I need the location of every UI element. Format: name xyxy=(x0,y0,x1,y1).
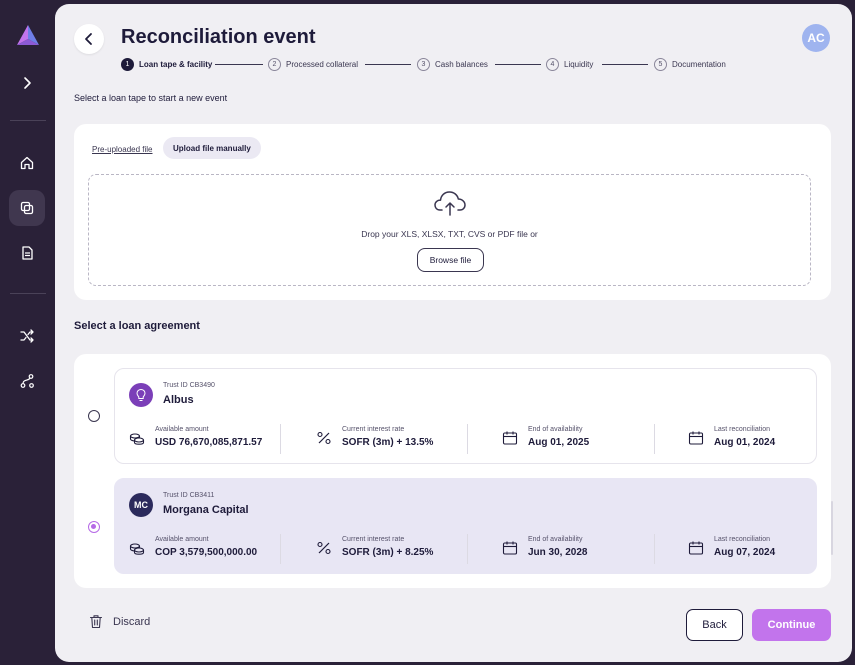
metric-divider xyxy=(467,534,468,564)
step-label: Loan tape & facility xyxy=(139,60,213,69)
step-number: 2 xyxy=(268,58,281,71)
metric-value: SOFR (3m) + 13.5% xyxy=(342,437,434,448)
upload-card: Pre-uploaded file Upload file manually D… xyxy=(74,124,831,300)
page-title: Reconciliation event xyxy=(121,26,316,48)
expand-sidebar-button[interactable] xyxy=(9,65,45,101)
chevron-right-icon xyxy=(24,77,31,89)
metric-label: Current interest rate xyxy=(342,426,405,433)
coins-icon xyxy=(129,433,145,445)
agreement-card-morgana-capital[interactable]: MC Trust ID CB3411 Morgana Capital Avail… xyxy=(114,478,817,574)
metric-divider xyxy=(654,424,655,454)
agreement-avatar: MC xyxy=(129,493,153,517)
step-label: Documentation xyxy=(672,60,726,69)
back-nav-button[interactable] xyxy=(74,24,104,54)
step-number: 4 xyxy=(546,58,559,71)
step-number: 3 xyxy=(417,58,430,71)
step-processed-collateral[interactable]: 2 Processed collateral xyxy=(268,58,358,71)
progress-stepper: 1 Loan tape & facility 2 Processed colla… xyxy=(121,58,741,72)
discard-label: Discard xyxy=(113,615,151,628)
back-button[interactable]: Back xyxy=(686,609,743,641)
home-icon xyxy=(20,156,34,170)
agreement-name: Morgana Capital xyxy=(163,504,249,516)
agreement-name: Albus xyxy=(163,394,194,406)
percent-icon xyxy=(317,431,331,445)
trust-id: Trust ID CB3490 xyxy=(163,382,215,389)
sidebar-item-transfers[interactable] xyxy=(9,318,45,354)
section-title: Select a loan agreement xyxy=(74,320,200,332)
metric-label: Last reconciliation xyxy=(714,426,771,433)
metric-divider xyxy=(280,424,281,454)
step-label: Processed collateral xyxy=(286,60,359,69)
sidebar-item-documents[interactable] xyxy=(9,235,45,271)
step-connector xyxy=(215,64,263,65)
discard-button[interactable]: Discard xyxy=(89,614,150,629)
metric-label: Current interest rate xyxy=(342,536,405,543)
sidebar-item-flows[interactable] xyxy=(9,363,45,399)
percent-icon xyxy=(317,541,331,555)
step-label: Liquidity xyxy=(564,60,594,69)
tab-preuploaded-file[interactable]: Pre-uploaded file xyxy=(92,145,152,154)
sidebar xyxy=(0,0,55,665)
trust-id: Trust ID CB3411 xyxy=(163,492,215,499)
sidebar-item-home[interactable] xyxy=(9,145,45,181)
logo-icon xyxy=(17,25,39,45)
document-icon xyxy=(22,246,33,260)
instruction-text: Select a loan tape to start a new event xyxy=(74,93,228,103)
metric-divider xyxy=(467,424,468,454)
calendar-icon xyxy=(688,541,704,555)
step-liquidity[interactable]: 4 Liquidity xyxy=(546,58,593,71)
metric-label: Available amount xyxy=(155,536,209,543)
metric-label: Last reconciliation xyxy=(714,536,771,543)
metric-value: USD 76,670,085,871.57 xyxy=(155,437,263,448)
continue-button[interactable]: Continue xyxy=(752,609,831,641)
step-connector xyxy=(495,64,541,65)
route-icon xyxy=(20,374,34,388)
metric-value: Aug 07, 2024 xyxy=(714,547,776,558)
step-documentation[interactable]: 5 Documentation xyxy=(654,58,726,71)
metric-label: End of availability xyxy=(528,426,583,433)
tab-upload-manually[interactable]: Upload file manually xyxy=(163,137,261,159)
step-number: 5 xyxy=(654,58,667,71)
sidebar-divider xyxy=(10,293,46,294)
metric-label: End of availability xyxy=(528,536,583,543)
step-cash-balances[interactable]: 3 Cash balances xyxy=(417,58,488,71)
layers-icon xyxy=(20,201,34,215)
calendar-icon xyxy=(502,431,518,445)
browse-file-button[interactable]: Browse file xyxy=(417,248,484,272)
calendar-icon xyxy=(688,431,704,445)
cloud-upload-icon xyxy=(434,191,466,216)
metric-label: Available amount xyxy=(155,426,209,433)
sidebar-divider xyxy=(10,120,46,121)
trash-icon xyxy=(89,615,103,629)
metric-value: Aug 01, 2024 xyxy=(714,437,776,448)
step-connector xyxy=(602,64,648,65)
agreement-radio-albus[interactable] xyxy=(88,410,100,422)
file-dropzone[interactable]: Drop your XLS, XLSX, TXT, CVS or PDF fil… xyxy=(88,174,811,286)
user-avatar[interactable]: AC xyxy=(802,24,830,52)
coins-icon xyxy=(129,543,145,555)
shuffle-icon xyxy=(20,329,34,343)
agreement-radio-morgana-capital[interactable] xyxy=(88,521,100,533)
main-panel: Reconciliation event AC 1 Loan tape & fa… xyxy=(55,4,852,662)
metric-divider xyxy=(654,534,655,564)
metric-value: Aug 01, 2025 xyxy=(528,437,590,448)
step-number: 1 xyxy=(121,58,134,71)
metric-value: Jun 30, 2028 xyxy=(528,547,588,558)
lightbulb-icon xyxy=(136,388,146,401)
agreement-card-albus[interactable]: Trust ID CB3490 Albus Available amount U… xyxy=(114,368,817,464)
step-loan-tape[interactable]: 1 Loan tape & facility xyxy=(121,58,212,71)
calendar-icon xyxy=(502,541,518,555)
chevron-left-icon xyxy=(85,33,92,45)
step-connector xyxy=(365,64,411,65)
loan-agreements-list: Trust ID CB3490 Albus Available amount U… xyxy=(74,354,831,588)
agreement-avatar xyxy=(129,383,153,407)
step-label: Cash balances xyxy=(435,60,488,69)
scrollbar[interactable] xyxy=(831,501,833,555)
dropzone-text: Drop your XLS, XLSX, TXT, CVS or PDF fil… xyxy=(361,229,538,239)
metric-value: COP 3,579,500,000.00 xyxy=(155,547,258,558)
metric-divider xyxy=(280,534,281,564)
sidebar-item-reconciliation[interactable] xyxy=(9,190,45,226)
metric-value: SOFR (3m) + 8.25% xyxy=(342,547,434,558)
